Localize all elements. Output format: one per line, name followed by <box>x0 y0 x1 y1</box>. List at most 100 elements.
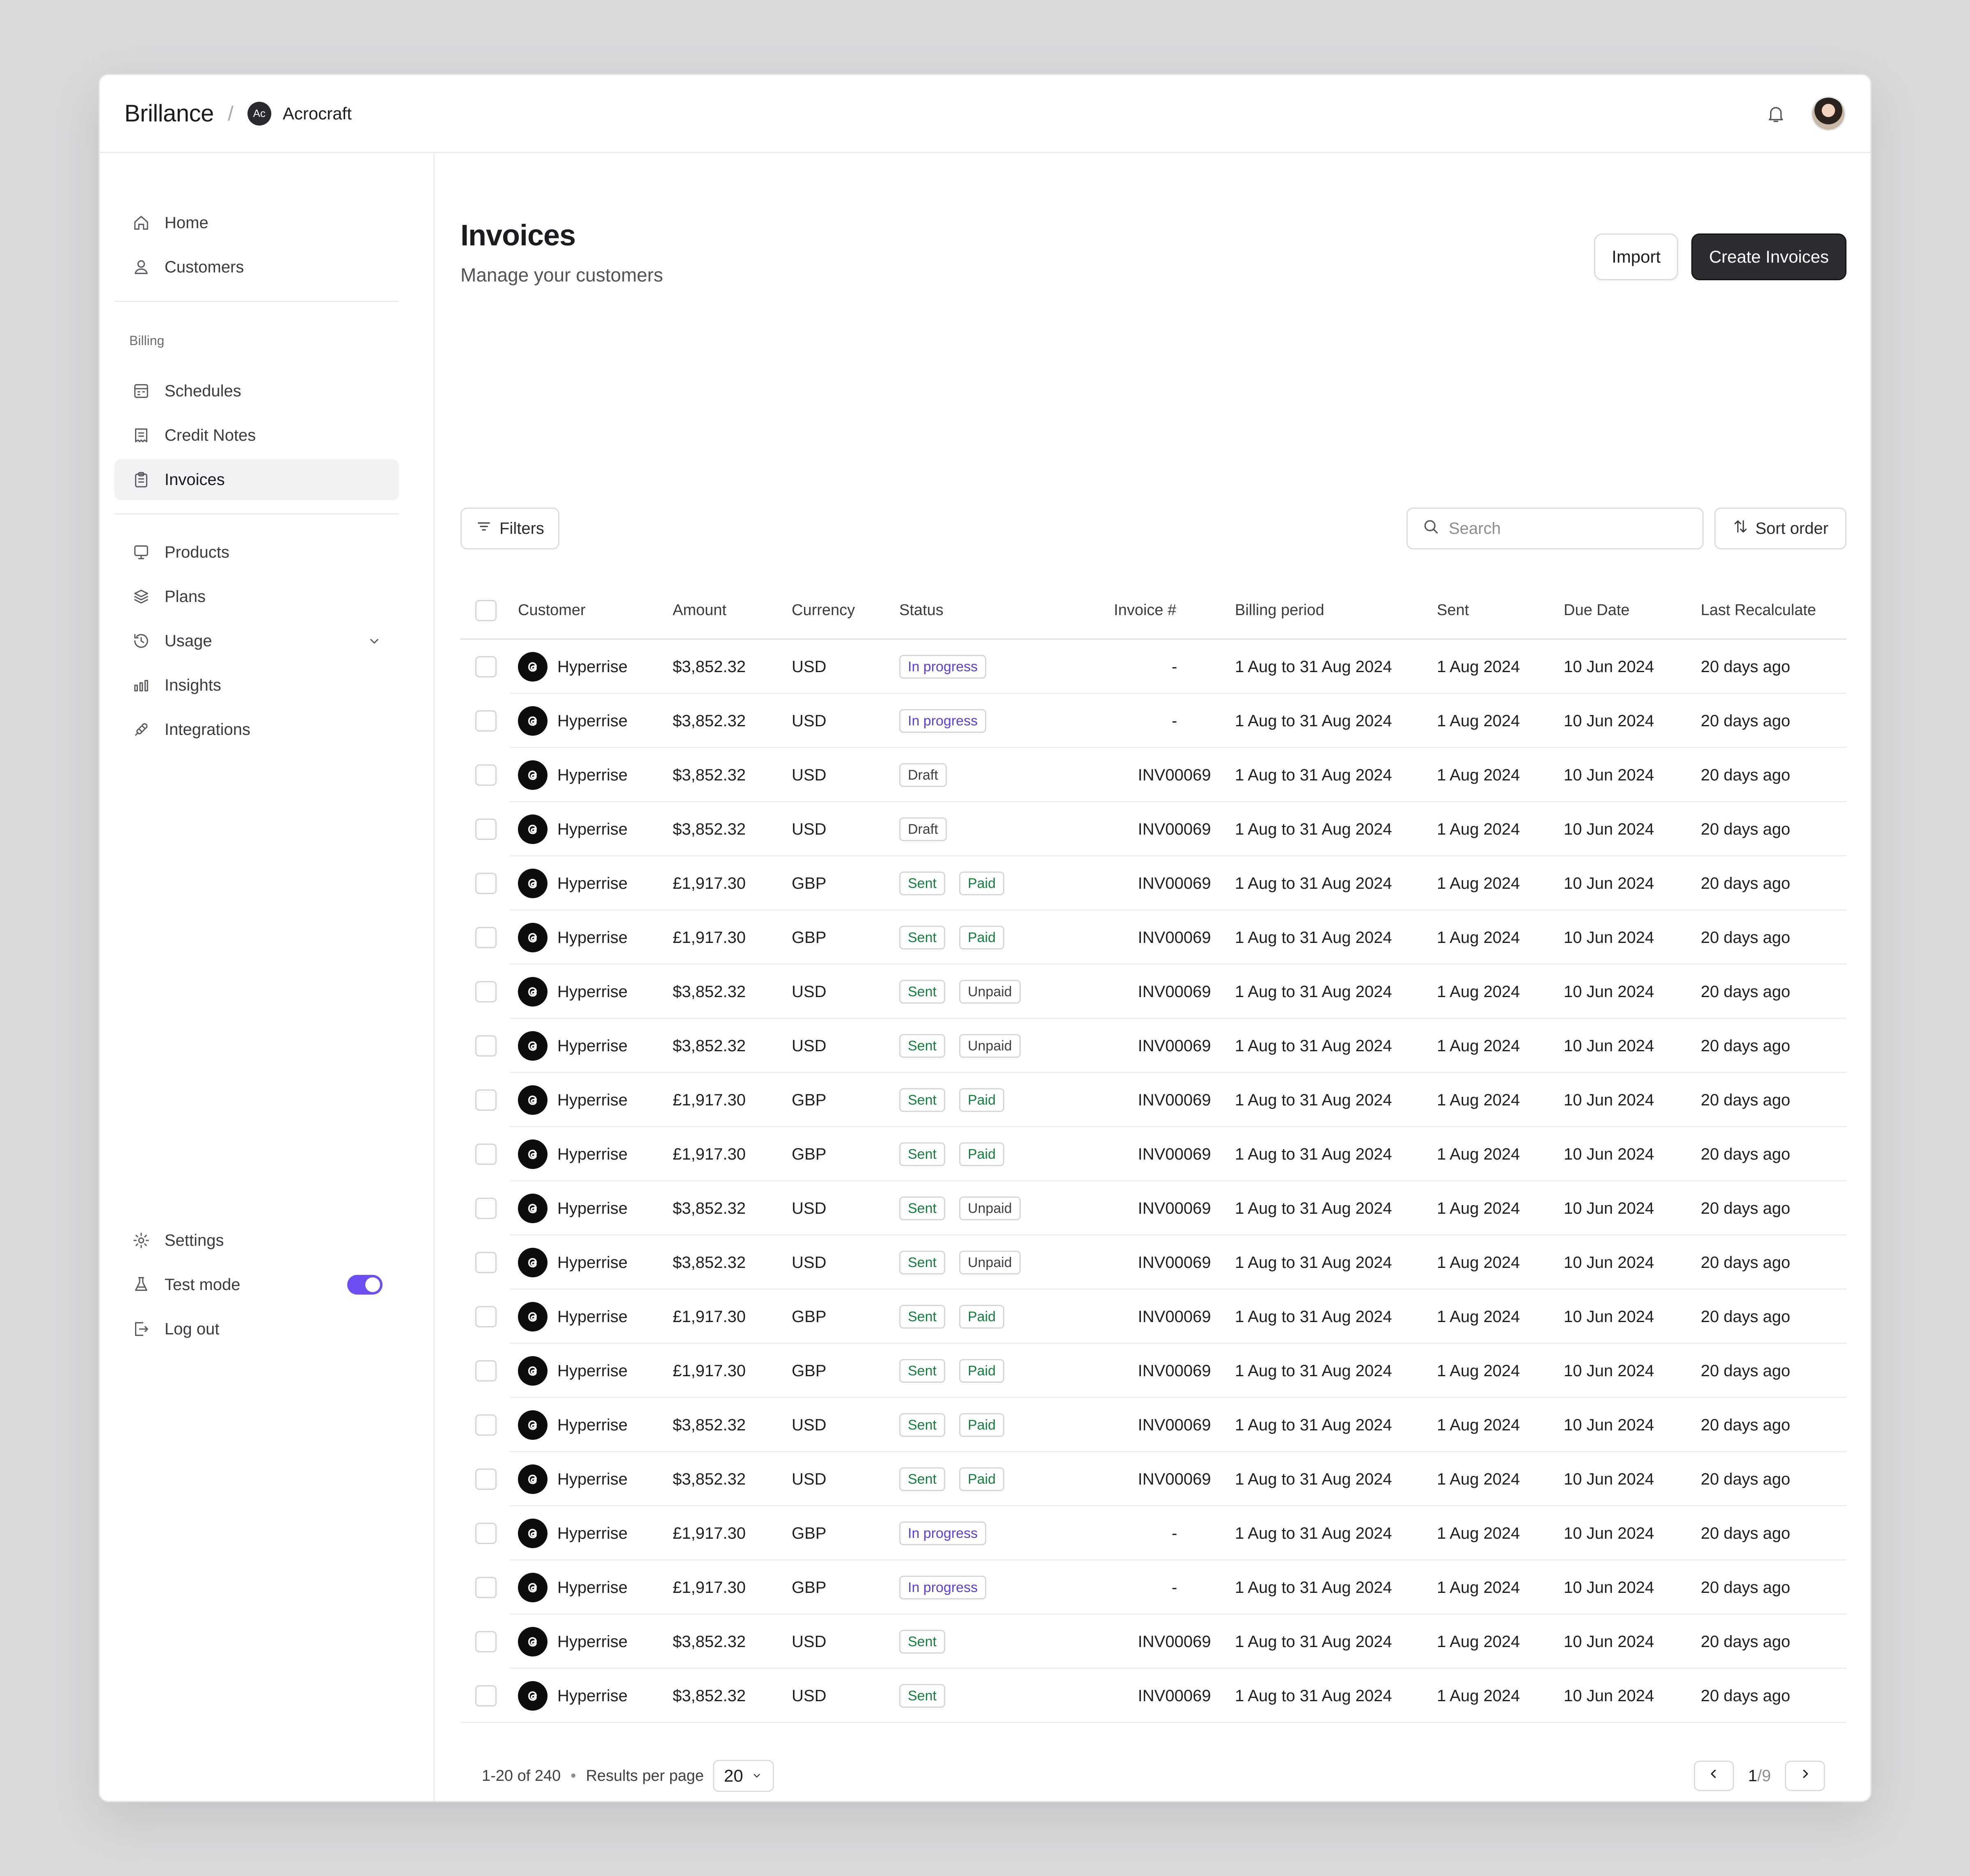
row-checkbox[interactable] <box>475 1360 497 1382</box>
table-row[interactable]: Hyperrise $3,852.32 USD Sent Paid INV0006… <box>460 1398 1846 1452</box>
table-row[interactable]: Hyperrise £1,917.30 GBP Sent Paid INV0006… <box>460 856 1846 911</box>
sidebar-item-usage[interactable]: Usage <box>115 620 399 661</box>
sidebar-item-settings[interactable]: Settings <box>115 1220 399 1261</box>
column-header-amount[interactable]: Amount <box>673 602 792 619</box>
results-per-page-select[interactable]: 20 <box>712 1760 774 1792</box>
customer-name[interactable]: Hyperrise <box>557 1037 628 1055</box>
column-header-customer[interactable]: Customer <box>518 602 673 619</box>
sidebar-item-schedules[interactable]: Schedules <box>115 371 399 412</box>
row-checkbox[interactable] <box>475 1252 497 1273</box>
customer-name[interactable]: Hyperrise <box>557 820 628 839</box>
customer-name[interactable]: Hyperrise <box>557 1362 628 1380</box>
customer-logo-icon <box>518 1248 547 1277</box>
customer-name[interactable]: Hyperrise <box>557 874 628 893</box>
create-invoices-button[interactable]: Create Invoices <box>1691 233 1846 280</box>
column-header-invoice[interactable]: Invoice # <box>1114 602 1235 619</box>
table-row[interactable]: Hyperrise $3,852.32 USD Sent Paid INV0006… <box>460 1452 1846 1506</box>
row-checkbox[interactable] <box>475 1523 497 1544</box>
table-row[interactable]: Hyperrise £1,917.30 GBP In progress - 1 … <box>460 1560 1846 1615</box>
table-row[interactable]: Hyperrise $3,852.32 USD Sent INV00069 1 … <box>460 1669 1846 1723</box>
previous-page-button[interactable] <box>1694 1761 1734 1791</box>
row-checkbox[interactable] <box>475 1414 497 1436</box>
table-row[interactable]: Hyperrise $3,852.32 USD Sent Unpaid INV00… <box>460 965 1846 1019</box>
customer-name[interactable]: Hyperrise <box>557 766 628 785</box>
sidebar-item-home[interactable]: Home <box>115 202 399 243</box>
column-header-currency[interactable]: Currency <box>792 602 899 619</box>
table-row[interactable]: Hyperrise £1,917.30 GBP Sent Paid INV0006… <box>460 1127 1846 1181</box>
next-page-button[interactable] <box>1785 1761 1825 1791</box>
row-checkbox[interactable] <box>475 764 497 786</box>
customer-name[interactable]: Hyperrise <box>557 929 628 947</box>
table-row[interactable]: Hyperrise $3,852.32 USD Sent INV00069 1 … <box>460 1615 1846 1669</box>
customer-name[interactable]: Hyperrise <box>557 712 628 730</box>
sidebar-item-test-mode[interactable]: Test mode <box>115 1264 399 1305</box>
customer-name[interactable]: Hyperrise <box>557 1524 628 1543</box>
table-row[interactable]: Hyperrise $3,852.32 USD Sent Unpaid INV00… <box>460 1181 1846 1235</box>
customer-name[interactable]: Hyperrise <box>557 1687 628 1705</box>
chevron-down-icon[interactable] <box>366 633 383 649</box>
row-checkbox[interactable] <box>475 1198 497 1219</box>
search-field[interactable]: Search <box>1406 508 1704 549</box>
filters-button[interactable]: Filters <box>460 508 559 549</box>
row-checkbox[interactable] <box>475 1631 497 1652</box>
sidebar-item-credit-notes[interactable]: Credit Notes <box>115 415 399 456</box>
row-checkbox[interactable] <box>475 1306 497 1327</box>
row-checkbox[interactable] <box>475 981 497 1002</box>
org-avatar[interactable]: Ac <box>247 101 271 126</box>
customer-name[interactable]: Hyperrise <box>557 1470 628 1489</box>
row-checkbox[interactable] <box>475 927 497 948</box>
table-row[interactable]: Hyperrise $3,852.32 USD Draft INV00069 1… <box>460 802 1846 856</box>
row-checkbox[interactable] <box>475 1089 497 1111</box>
table-row[interactable]: Hyperrise £1,917.30 GBP In progress - 1 … <box>460 1506 1846 1560</box>
sidebar-item-products[interactable]: Products <box>115 532 399 573</box>
row-checkbox[interactable] <box>475 656 497 677</box>
column-header-due-date[interactable]: Due Date <box>1564 602 1701 619</box>
select-all-checkbox[interactable] <box>475 599 497 621</box>
column-header-status[interactable]: Status <box>899 602 1114 619</box>
import-button[interactable]: Import <box>1594 233 1679 280</box>
table-row[interactable]: Hyperrise $3,852.32 USD Sent Unpaid INV00… <box>460 1235 1846 1290</box>
table-row[interactable]: Hyperrise £1,917.30 GBP Sent Paid INV0006… <box>460 1073 1846 1127</box>
row-checkbox[interactable] <box>475 710 497 732</box>
customer-name[interactable]: Hyperrise <box>557 658 628 676</box>
table-row[interactable]: Hyperrise £1,917.30 GBP Sent Paid INV0006… <box>460 1344 1846 1398</box>
customer-name[interactable]: Hyperrise <box>557 1416 628 1434</box>
sidebar-item-invoices[interactable]: Invoices <box>115 459 399 500</box>
table-row[interactable]: Hyperrise £1,917.30 GBP Sent Paid INV0006… <box>460 1290 1846 1344</box>
user-avatar[interactable] <box>1811 96 1846 131</box>
customer-name[interactable]: Hyperrise <box>557 1254 628 1272</box>
row-checkbox[interactable] <box>475 1144 497 1165</box>
row-checkbox[interactable] <box>475 873 497 894</box>
row-checkbox[interactable] <box>475 1035 497 1057</box>
sort-order-button[interactable]: Sort order <box>1714 508 1846 549</box>
row-checkbox[interactable] <box>475 819 497 840</box>
customer-name[interactable]: Hyperrise <box>557 1145 628 1164</box>
bell-icon[interactable] <box>1764 101 1788 126</box>
brand-name[interactable]: Brillance <box>124 100 214 127</box>
table-row[interactable]: Hyperrise $3,852.32 USD In progress - 1 … <box>460 640 1846 694</box>
table-row[interactable]: Hyperrise $3,852.32 USD Sent Unpaid INV00… <box>460 1019 1846 1073</box>
customer-name[interactable]: Hyperrise <box>557 983 628 1001</box>
sidebar-item-log-out[interactable]: Log out <box>115 1309 399 1350</box>
sidebar-item-plans[interactable]: Plans <box>115 576 399 617</box>
sidebar-item-insights[interactable]: Insights <box>115 665 399 706</box>
customer-name[interactable]: Hyperrise <box>557 1308 628 1326</box>
table-row[interactable]: Hyperrise $3,852.32 USD Draft INV00069 1… <box>460 748 1846 802</box>
customer-name[interactable]: Hyperrise <box>557 1199 628 1218</box>
search-input[interactable]: Search <box>1449 519 1501 538</box>
row-checkbox[interactable] <box>475 1685 497 1707</box>
org-name[interactable]: Acrocraft <box>283 104 352 124</box>
column-header-last-recalculate[interactable]: Last Recalculate <box>1701 602 1846 619</box>
column-header-billing-period[interactable]: Billing period <box>1235 602 1437 619</box>
column-header-sent[interactable]: Sent <box>1437 602 1564 619</box>
sidebar-item-integrations[interactable]: Integrations <box>115 709 399 750</box>
row-checkbox[interactable] <box>475 1469 497 1490</box>
table-row[interactable]: Hyperrise $3,852.32 USD In progress - 1 … <box>460 694 1846 748</box>
customer-name[interactable]: Hyperrise <box>557 1579 628 1597</box>
test-mode-toggle[interactable] <box>347 1275 383 1295</box>
sidebar-item-customers[interactable]: Customers <box>115 247 399 288</box>
customer-name[interactable]: Hyperrise <box>557 1633 628 1651</box>
row-checkbox[interactable] <box>475 1577 497 1598</box>
table-row[interactable]: Hyperrise £1,917.30 GBP Sent Paid INV0006… <box>460 911 1846 965</box>
customer-name[interactable]: Hyperrise <box>557 1091 628 1110</box>
